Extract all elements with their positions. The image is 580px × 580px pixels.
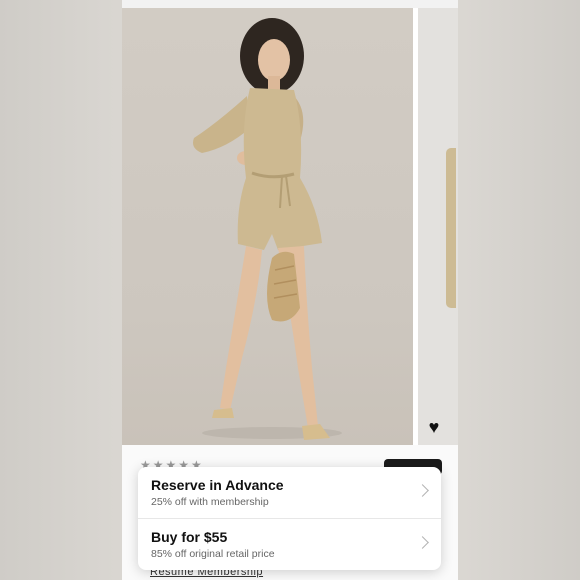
status-strip [122,0,458,8]
model-photo-illustration [193,18,342,440]
buy-option[interactable]: Buy for $55 85% off original retail pric… [138,518,441,569]
option-title: Buy for $55 [151,529,228,545]
next-product-edge [446,148,456,308]
purchase-options-sheet: Reserve in Advance 25% off with membersh… [138,467,441,570]
option-title: Reserve in Advance [151,477,284,493]
heart-icon[interactable]: ♥ [424,418,444,436]
next-product-image-preview[interactable] [418,8,458,445]
option-subtitle: 25% off with membership [151,496,269,508]
option-subtitle: 85% off original retail price [151,548,275,560]
product-image[interactable] [122,8,413,445]
reserve-in-advance-option[interactable]: Reserve in Advance 25% off with membersh… [138,467,441,518]
